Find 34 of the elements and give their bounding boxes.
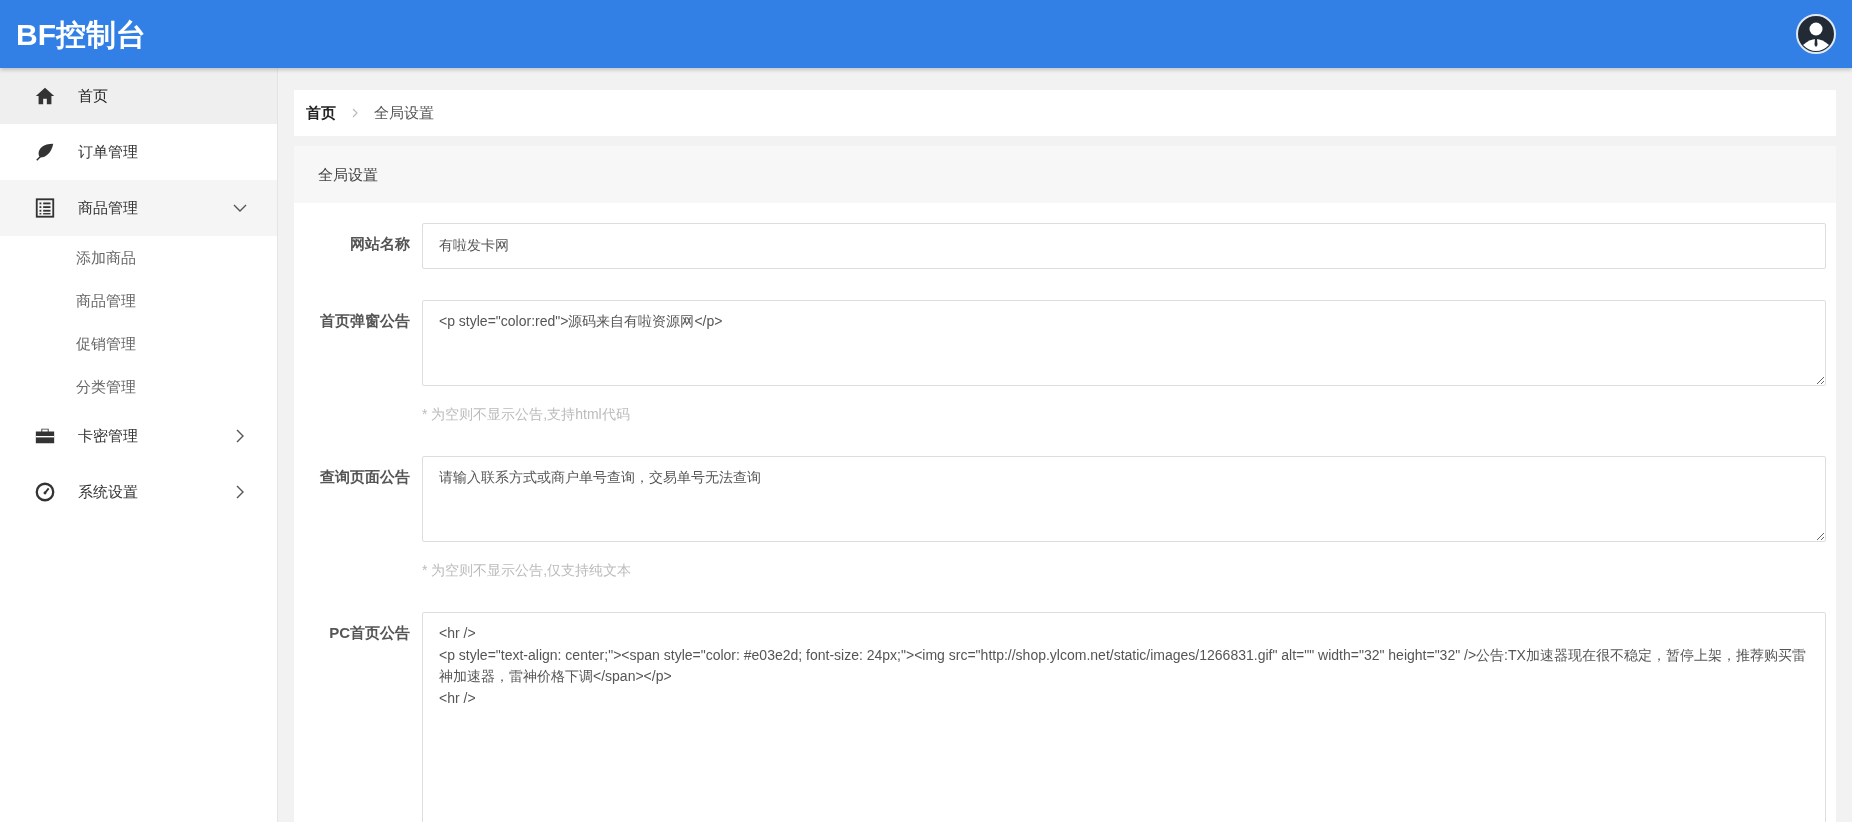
submenu-item[interactable]: 分类管理 xyxy=(0,365,277,408)
breadcrumb-link[interactable]: 首页 xyxy=(306,101,336,125)
list-icon xyxy=(34,197,56,219)
sidebar-item[interactable]: 首页 xyxy=(0,68,277,124)
text-field[interactable]: 有啦发卡网 xyxy=(422,223,1826,269)
sidebar-item[interactable]: 商品管理 xyxy=(0,180,277,236)
user-avatar-icon[interactable] xyxy=(1796,14,1836,54)
menu-label: 首页 xyxy=(78,85,109,106)
help-text: * 为空则不显示公告,支持html代码 xyxy=(422,405,631,424)
submenu-item[interactable]: 商品管理 xyxy=(0,279,277,322)
chevron-right-icon xyxy=(350,108,360,118)
card-title: 全局设置 xyxy=(294,146,1836,203)
menu-label: 卡密管理 xyxy=(78,425,139,446)
submenu-item[interactable]: 添加商品 xyxy=(0,236,277,279)
menu-label: 系统设置 xyxy=(78,481,139,502)
menu-label: 订单管理 xyxy=(78,141,139,162)
textarea-field[interactable]: <hr /> <p style="text-align: center;"><span style="color: #e03e2d; font-size: 24px;"><img src="http://shop.ylcom.net/static/images/1266831.gif" alt="" width="32" height="32" />公告:TX加速器现在很不稳定，暂停上架，推荐购买雷神加速器，雷神价格下调</span></p> <hr /> xyxy=(422,612,1826,822)
textarea-field[interactable]: 请输入联系方式或商户单号查询，交易单号无法查询 xyxy=(422,456,1826,542)
breadcrumb-current: 全局设置 xyxy=(374,102,434,123)
field-label: 网站名称 xyxy=(349,234,411,254)
field-label: 查询页面公告 xyxy=(319,467,411,487)
field-label: PC首页公告 xyxy=(328,623,411,643)
textarea-field[interactable]: <p style="color:red">源码来自有啦资源网</p> xyxy=(422,300,1826,386)
submenu-item[interactable]: 促销管理 xyxy=(0,322,277,365)
sidebar-item[interactable]: 卡密管理 xyxy=(0,408,277,464)
leaf-icon xyxy=(34,141,56,163)
sidebar-item[interactable]: 订单管理 xyxy=(0,124,277,180)
menu-label: 商品管理 xyxy=(78,197,139,218)
gauge-icon xyxy=(34,481,56,503)
home-icon xyxy=(34,85,56,107)
field-label: 首页弹窗公告 xyxy=(319,311,411,331)
app-title: BF控制台 xyxy=(16,16,146,53)
help-text: * 为空则不显示公告,仅支持纯文本 xyxy=(422,561,633,580)
sidebar-item[interactable]: 系统设置 xyxy=(0,464,277,520)
